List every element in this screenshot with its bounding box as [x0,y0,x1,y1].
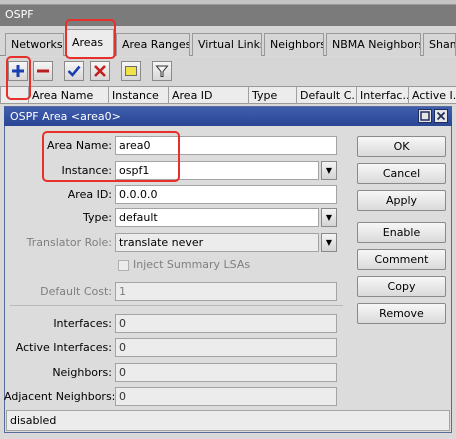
filter-icon [155,65,169,77]
x-icon [94,65,106,77]
close-icon [436,111,446,121]
remove-area-button[interactable]: Remove [357,303,446,324]
tab-neighbors[interactable]: Neighbors [264,33,324,56]
column-area-id[interactable]: Area ID [168,87,248,104]
tab-virtual-links[interactable]: Virtual Links [192,33,262,56]
dropdown-arrow-icon: ▼ [325,238,333,247]
area-name-label: Area Name: [47,139,112,152]
column-blank [0,87,28,104]
tab-areas[interactable]: Areas [66,29,114,57]
tab-sham[interactable]: Sham [423,33,456,56]
minus-icon [37,69,49,73]
maximize-icon [420,111,430,121]
ok-button[interactable]: OK [357,136,446,157]
divider [10,305,343,306]
tab-nbma-neighbors[interactable]: NBMA Neighbors [326,33,421,56]
default-cost-input[interactable]: 1 [115,282,337,301]
interfaces-label: Interfaces: [53,317,112,330]
adjacent-neighbors-label: Adjacent Neighbors: [4,390,116,403]
apply-button[interactable]: Apply [357,190,446,211]
tab-bar: Networks Areas Area Ranges Virtual Links… [0,26,456,57]
comment-icon [125,66,137,76]
column-default-cost[interactable]: Default C... [296,87,356,104]
ospf-window-title: OSPF [0,5,456,26]
areas-table-header: Area Name Instance Area ID Type Default … [0,86,456,104]
translator-role-label: Translator Role: [26,236,112,249]
column-active-interfaces[interactable]: Active I... [408,87,456,104]
disable-button[interactable] [90,61,110,81]
copy-button[interactable]: Copy [357,276,446,297]
translator-role-select[interactable]: translate never [115,233,319,252]
area-id-label: Area ID: [67,188,112,201]
cancel-button[interactable]: Cancel [357,163,446,184]
enable-area-button[interactable]: Enable [357,222,446,243]
check-icon [67,65,81,77]
default-cost-label: Default Cost: [40,285,112,298]
column-instance[interactable]: Instance [108,87,168,104]
column-area-name[interactable]: Area Name [28,87,108,104]
instance-label: Instance: [61,164,113,177]
close-button[interactable] [434,109,448,123]
inject-summary-checkbox[interactable] [118,260,129,271]
inject-summary-label: Inject Summary LSAs [133,258,251,271]
active-interfaces-value: 0 [115,338,337,357]
type-label: Type: [83,211,112,224]
enable-button[interactable] [64,61,84,81]
neighbors-label: Neighbors: [52,366,112,379]
tab-area-ranges[interactable]: Area Ranges [116,33,190,56]
column-interfaces[interactable]: Interfac... [356,87,408,104]
add-button[interactable] [8,61,28,81]
filter-button[interactable] [152,61,172,81]
instance-dropdown-button[interactable]: ▼ [321,161,337,180]
type-select[interactable]: default [115,208,319,227]
dropdown-arrow-icon: ▼ [325,166,333,175]
area-name-input[interactable]: area0 [115,136,337,155]
active-interfaces-label: Active Interfaces: [15,341,112,354]
column-type[interactable]: Type [248,87,296,104]
neighbors-value: 0 [115,363,337,382]
tab-networks[interactable]: Networks [5,33,64,56]
remove-button[interactable] [33,61,53,81]
instance-select[interactable]: ospf1 [115,161,319,180]
plus-icon [12,65,24,77]
comment-button[interactable] [121,61,141,81]
dialog-title: OSPF Area <area0> [4,107,452,126]
comment-area-button[interactable]: Comment [357,249,446,270]
type-dropdown-button[interactable]: ▼ [321,208,337,227]
translator-role-dropdown-button[interactable]: ▼ [321,233,337,252]
adjacent-neighbors-value: 0 [115,387,337,406]
interfaces-value: 0 [115,314,337,333]
dropdown-arrow-icon: ▼ [325,213,333,222]
maximize-button[interactable] [418,109,432,123]
status-bar: disabled [6,410,450,431]
area-id-input[interactable]: 0.0.0.0 [115,185,337,204]
